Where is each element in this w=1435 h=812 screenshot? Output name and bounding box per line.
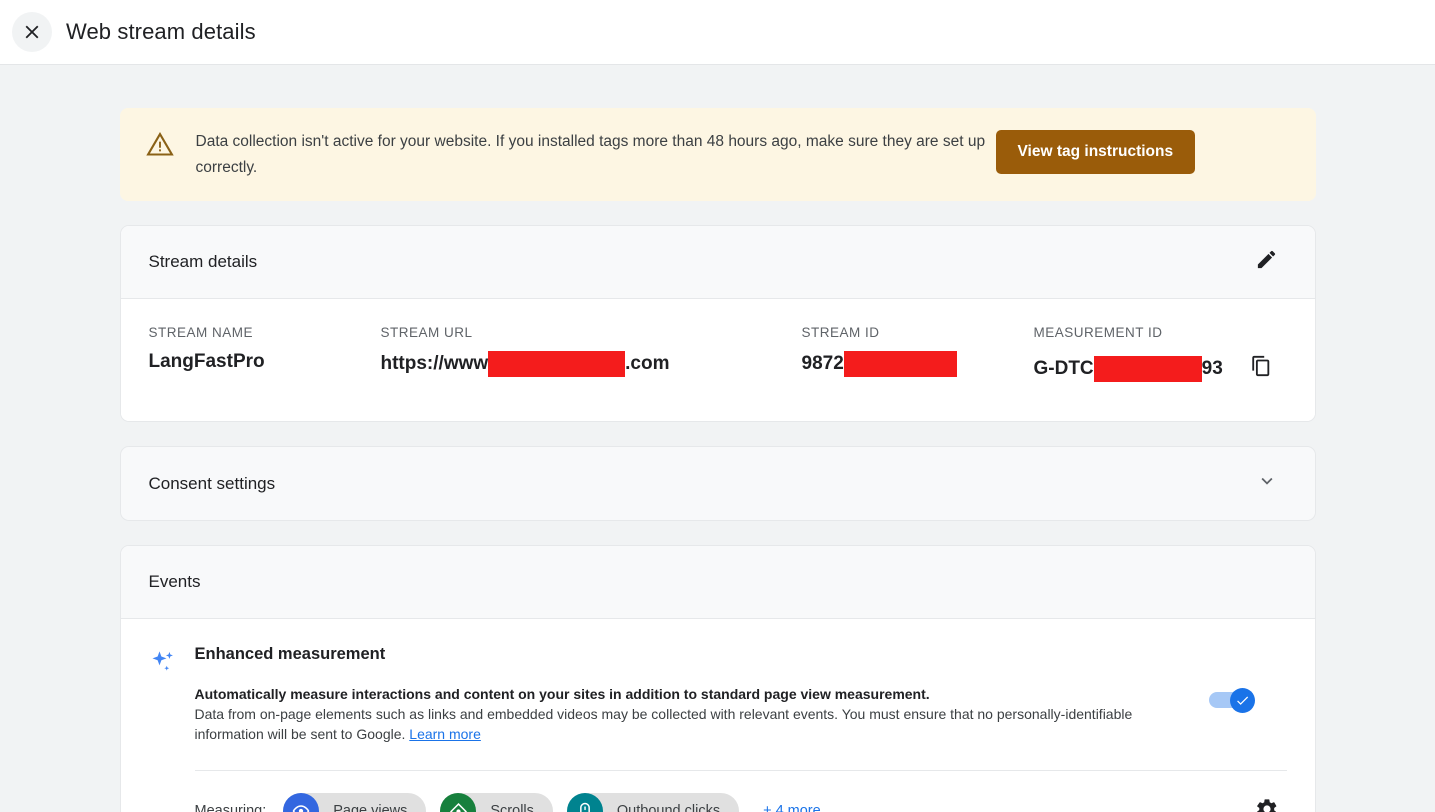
redaction-bar — [844, 351, 957, 377]
gear-icon — [1255, 797, 1279, 812]
consent-settings-header[interactable]: Consent settings — [121, 447, 1315, 520]
consent-settings-title: Consent settings — [149, 474, 276, 494]
enhanced-measurement-toggle[interactable] — [1209, 690, 1255, 710]
eye-icon — [283, 793, 319, 812]
sparkle-icon — [149, 645, 195, 812]
chip-label: Outbound clicks — [617, 803, 720, 812]
enhanced-measurement-section: Enhanced measurement Automatically measu… — [121, 619, 1315, 812]
chip-label: Page views — [333, 803, 407, 812]
stream-details-card: Stream details STREAM NAME LangFastPro S… — [120, 225, 1316, 422]
enhanced-measurement-title: Enhanced measurement — [195, 645, 1287, 664]
measuring-label: Measuring: — [195, 803, 267, 812]
redaction-bar — [1094, 356, 1202, 382]
chip-scrolls[interactable]: Scrolls — [440, 793, 553, 812]
chip-page-views[interactable]: Page views — [283, 793, 426, 812]
stream-url-suffix: .com — [625, 353, 669, 375]
learn-more-link[interactable]: Learn more — [409, 726, 481, 742]
chip-label: Scrolls — [490, 803, 534, 812]
chevron-down-icon — [1256, 470, 1278, 497]
toggle-knob — [1230, 688, 1255, 713]
stream-details-fields: STREAM NAME LangFastPro STREAM URL https… — [121, 299, 1315, 421]
stream-name-label: STREAM NAME — [149, 325, 381, 340]
view-tag-instructions-button[interactable]: View tag instructions — [996, 130, 1196, 174]
stream-url-prefix: https://www — [381, 353, 489, 375]
redaction-bar — [488, 351, 625, 377]
warning-triangle-icon — [146, 130, 174, 163]
enhanced-measurement-description: Automatically measure interactions and c… — [195, 684, 1185, 744]
stream-id-value: 9872 — [802, 351, 1034, 377]
measurement-id-value: G-DTC 93 — [1034, 351, 1284, 387]
stream-url-value: https://www .com — [381, 351, 802, 377]
measurement-id-prefix: G-DTC — [1034, 358, 1094, 380]
chip-outbound-clicks[interactable]: Outbound clicks — [567, 793, 739, 812]
content-container: Data collection isn't active for your we… — [120, 65, 1316, 812]
mouse-icon — [567, 793, 603, 812]
stream-url-label: STREAM URL — [381, 325, 802, 340]
stream-url-field: STREAM URL https://www .com — [381, 325, 802, 387]
more-events-link[interactable]: + 4 more — [763, 803, 821, 812]
pencil-edit-icon — [1255, 248, 1278, 276]
copy-measurement-id-button[interactable] — [1243, 351, 1279, 387]
edit-stream-details-button[interactable] — [1247, 242, 1287, 282]
stream-details-title: Stream details — [149, 252, 258, 272]
consent-settings-card[interactable]: Consent settings — [120, 446, 1316, 521]
enhanced-measurement-settings-button[interactable] — [1247, 791, 1287, 812]
banner-message: Data collection isn't active for your we… — [196, 128, 996, 181]
page-title: Web stream details — [66, 19, 256, 45]
scroll-diamond-icon — [440, 793, 476, 812]
stream-name-value: LangFastPro — [149, 351, 381, 373]
description-rest: Data from on-page elements such as links… — [195, 706, 1133, 742]
enhanced-measurement-description-row: Automatically measure interactions and c… — [195, 684, 1287, 744]
stream-id-prefix: 9872 — [802, 353, 844, 375]
measurement-id-suffix: 93 — [1202, 358, 1223, 380]
copy-icon — [1250, 355, 1272, 383]
measuring-chips-row: Measuring: Page views — [195, 771, 1287, 812]
stream-details-header: Stream details — [121, 226, 1315, 299]
page-body: Data collection isn't active for your we… — [0, 65, 1435, 812]
measurement-id-field: MEASUREMENT ID G-DTC 93 — [1034, 325, 1284, 387]
events-title: Events — [149, 572, 201, 592]
events-card: Events Enhanced measurement Automaticall… — [120, 545, 1316, 812]
close-icon — [21, 21, 43, 43]
description-strong-line: Automatically measure interactions and c… — [195, 684, 1185, 704]
data-collection-warning-banner: Data collection isn't active for your we… — [120, 108, 1316, 201]
stream-id-label: STREAM ID — [802, 325, 1034, 340]
measurement-id-label: MEASUREMENT ID — [1034, 325, 1284, 340]
close-button[interactable] — [12, 12, 52, 52]
enhanced-measurement-content: Enhanced measurement Automatically measu… — [195, 645, 1287, 812]
events-header: Events — [121, 546, 1315, 619]
window-header: Web stream details — [0, 0, 1435, 65]
expand-consent-settings-button[interactable] — [1247, 464, 1287, 504]
stream-name-field: STREAM NAME LangFastPro — [149, 325, 381, 387]
stream-id-field: STREAM ID 9872 — [802, 325, 1034, 387]
